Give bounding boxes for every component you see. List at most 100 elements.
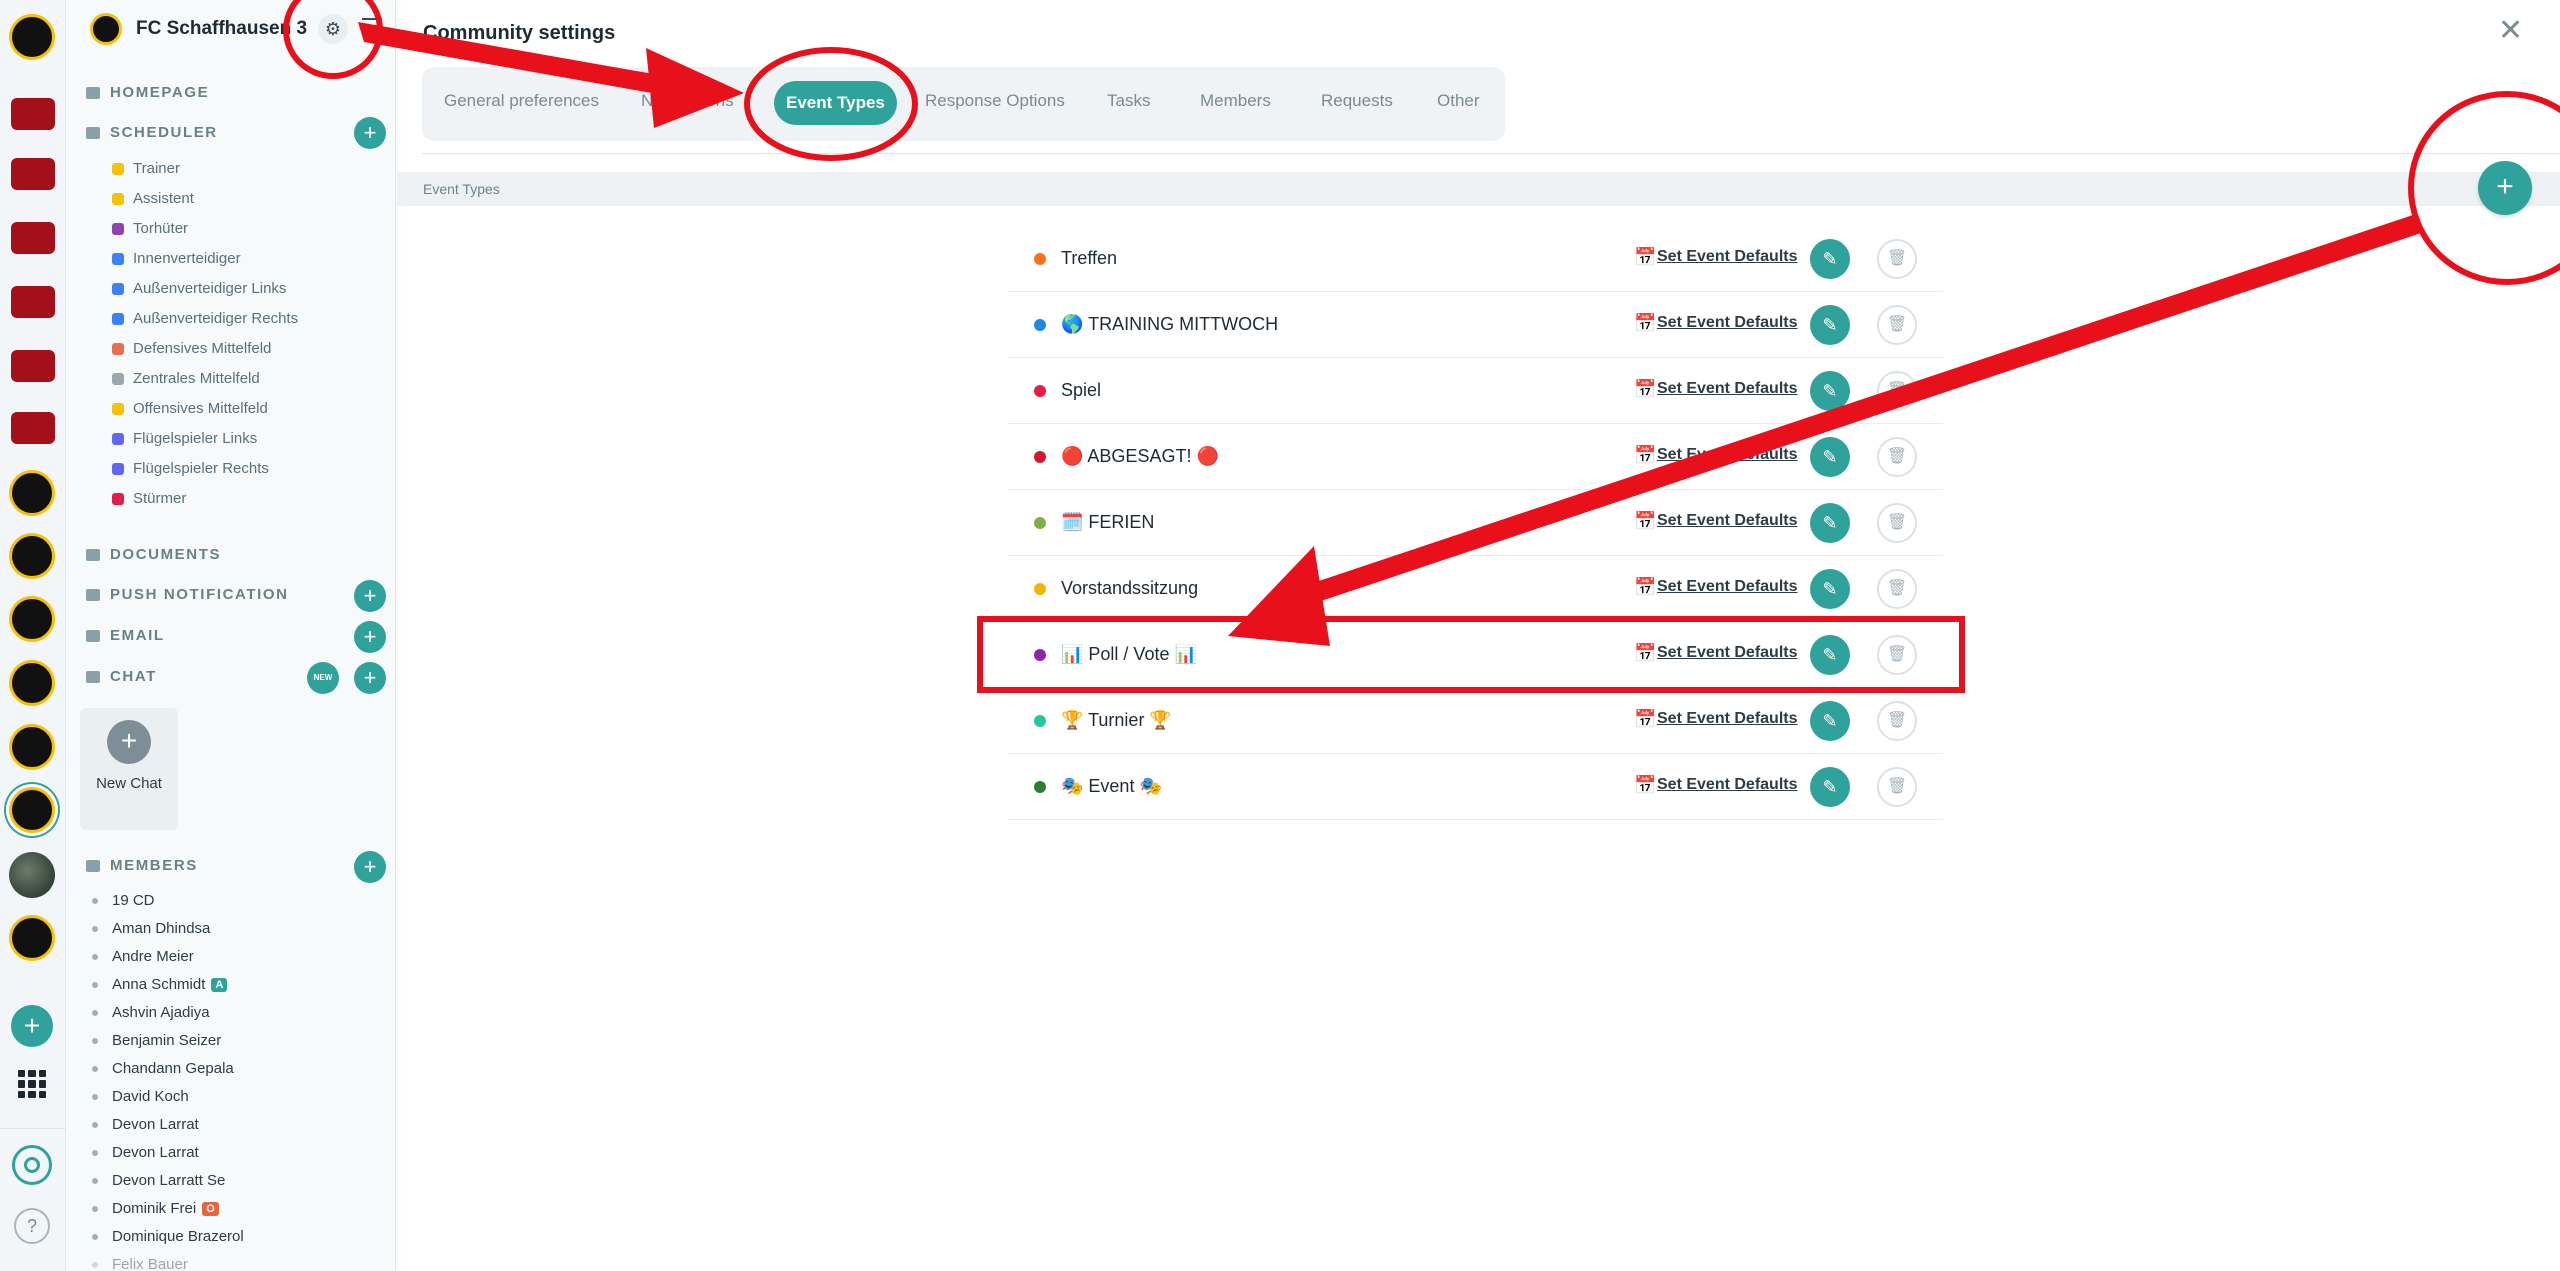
member-name: Ashvin Ajadiya [112,1004,210,1021]
edit-pencil-icon[interactable]: ✎ [1810,701,1850,741]
set-event-defaults-link[interactable]: Set Event Defaults [1657,512,1797,530]
set-event-defaults-link[interactable]: Set Event Defaults [1657,248,1797,266]
scheduler-item[interactable]: Zentrales Mittelfeld [112,370,260,387]
help-icon[interactable]: ? [14,1208,50,1244]
set-event-defaults-link[interactable]: Set Event Defaults [1657,314,1797,332]
trash-icon[interactable]: 🗑 [1877,437,1917,477]
community-avatar-selected[interactable] [9,787,55,833]
tab-requests[interactable]: Requests [1321,91,1393,111]
tab-other[interactable]: Other [1437,91,1480,111]
set-event-defaults-link[interactable]: Set Event Defaults [1657,446,1797,464]
member-item[interactable]: Benjamin Seizer [92,1032,221,1049]
community-avatar[interactable] [11,350,55,382]
member-item[interactable]: Dominique Brazerol [92,1228,244,1245]
member-item[interactable]: Aman Dhindsa [92,920,210,937]
add-push-button[interactable]: + [354,580,386,612]
edit-pencil-icon[interactable]: ✎ [1810,437,1850,477]
community-avatar[interactable] [11,98,55,130]
add-chat-button[interactable]: + [354,662,386,694]
member-item[interactable]: Ashvin Ajadiya [92,1004,210,1021]
add-email-button[interactable]: + [354,621,386,653]
add-community-button[interactable]: + [11,1005,53,1047]
edit-pencil-icon[interactable]: ✎ [1810,635,1850,675]
community-avatar[interactable] [9,14,55,60]
community-avatar[interactable] [11,158,55,190]
trash-icon[interactable]: 🗑 [1877,701,1917,741]
scheduler-item[interactable]: Flügelspieler Rechts [112,460,269,477]
nav-scheduler[interactable]: SCHEDULER [86,124,218,141]
nav-chat[interactable]: CHAT [86,668,157,685]
scheduler-item[interactable]: Torhüter [112,220,188,237]
scheduler-item[interactable]: Assistent [112,190,194,207]
trash-icon[interactable]: 🗑 [1877,503,1917,543]
set-event-defaults-link[interactable]: Set Event Defaults [1657,776,1797,794]
community-avatar[interactable] [9,724,55,770]
trash-icon[interactable]: 🗑 [1877,305,1917,345]
tab-notifications[interactable]: Notifications [641,91,734,111]
edit-pencil-icon[interactable]: ✎ [1810,305,1850,345]
trash-icon[interactable]: 🗑 [1877,767,1917,807]
member-item[interactable]: Anna Schmidt A [92,976,228,993]
scheduler-item[interactable]: Trainer [112,160,180,177]
nav-documents[interactable]: DOCUMENTS [86,546,221,563]
edit-pencil-icon[interactable]: ✎ [1810,569,1850,609]
set-event-defaults-link[interactable]: Set Event Defaults [1657,380,1797,398]
scheduler-item[interactable]: Innenverteidiger [112,250,241,267]
nav-members[interactable]: MEMBERS [86,857,198,874]
edit-pencil-icon[interactable]: ✎ [1810,767,1850,807]
set-event-defaults-link[interactable]: Set Event Defaults [1657,644,1797,662]
tab-members[interactable]: Members [1200,91,1271,111]
trash-icon[interactable]: 🗑 [1877,569,1917,609]
tab-tasks[interactable]: Tasks [1107,91,1150,111]
member-item[interactable]: Devon Larrat [92,1144,199,1161]
scheduler-item[interactable]: Außenverteidiger Links [112,280,286,297]
set-event-defaults-link[interactable]: Set Event Defaults [1657,710,1797,728]
close-icon[interactable]: ✕ [2498,16,2523,46]
member-item[interactable]: 19 CD [92,892,155,909]
edit-pencil-icon[interactable]: ✎ [1810,503,1850,543]
community-avatar[interactable] [9,852,55,898]
member-item[interactable]: Felix Bauer [92,1256,188,1271]
nav-homepage[interactable]: HOMEPAGE [86,84,209,101]
trash-icon[interactable]: 🗑 [1877,635,1917,675]
community-avatar[interactable] [9,915,55,961]
community-avatar[interactable] [9,660,55,706]
community-avatar[interactable] [11,286,55,318]
status-dot [92,953,98,960]
member-item[interactable]: Dominik Frei O [92,1200,219,1217]
apps-grid-icon[interactable] [18,1070,46,1098]
tab-general-preferences[interactable]: General preferences [444,91,599,111]
settings-gear-icon[interactable]: ⚙ [318,14,348,44]
member-item[interactable]: Chandann Gepala [92,1060,234,1077]
target-icon[interactable] [12,1145,52,1185]
add-scheduler-button[interactable]: + [354,117,386,149]
add-event-type-button[interactable]: + [2478,161,2532,215]
new-chat-card[interactable]: + New Chat [80,708,178,830]
set-event-defaults-link[interactable]: Set Event Defaults [1657,578,1797,596]
menu-icon[interactable] [362,18,382,39]
trash-icon[interactable]: 🗑 [1877,239,1917,279]
community-avatar[interactable] [9,470,55,516]
community-avatar[interactable] [9,533,55,579]
tab-event-types[interactable]: Event Types [774,81,897,125]
community-avatar[interactable] [11,222,55,254]
scheduler-item[interactable]: Stürmer [112,490,186,507]
edit-pencil-icon[interactable]: ✎ [1810,371,1850,411]
nav-push-notification[interactable]: PUSH NOTIFICATION [86,586,289,603]
trash-icon[interactable]: 🗑 [1877,371,1917,411]
tab-response-options[interactable]: Response Options [925,91,1065,111]
member-item[interactable]: Devon Larratt Se [92,1172,225,1189]
scheduler-item[interactable]: Defensives Mittelfeld [112,340,271,357]
add-member-button[interactable]: + [354,851,386,883]
edit-pencil-icon[interactable]: ✎ [1810,239,1850,279]
scheduler-item[interactable]: Flügelspieler Links [112,430,257,447]
scheduler-item[interactable]: Außenverteidiger Rechts [112,310,298,327]
member-item[interactable]: David Koch [92,1088,189,1105]
nav-email[interactable]: EMAIL [86,627,165,644]
community-avatar[interactable] [9,596,55,642]
scheduler-item-label: Defensives Mittelfeld [133,340,272,357]
scheduler-item[interactable]: Offensives Mittelfeld [112,400,268,417]
member-item[interactable]: Devon Larrat [92,1116,199,1133]
member-item[interactable]: Andre Meier [92,948,194,965]
community-avatar[interactable] [11,412,55,444]
